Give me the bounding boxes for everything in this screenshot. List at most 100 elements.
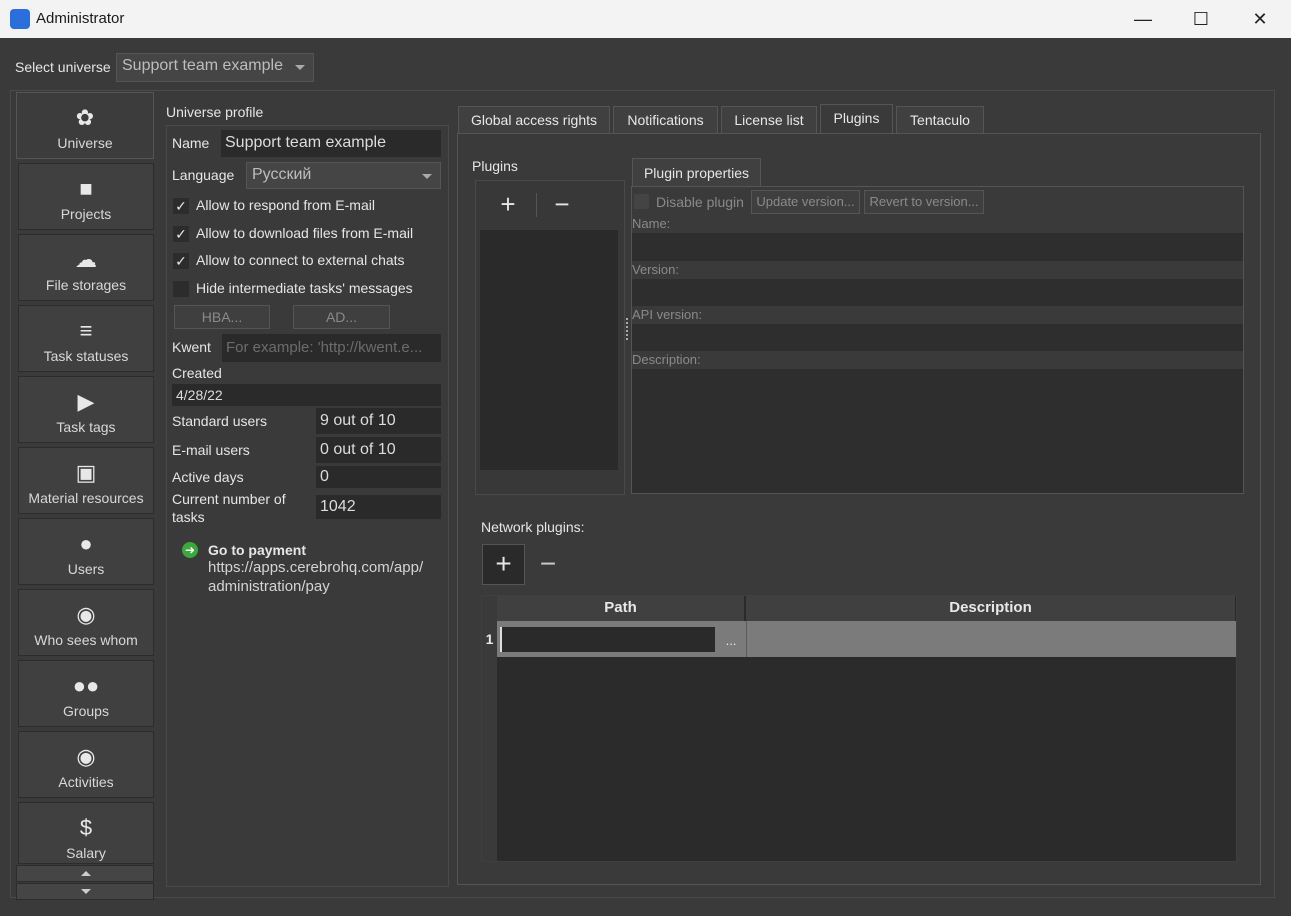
hide-intermediate-label: Hide intermediate tasks' messages: [196, 280, 413, 296]
sidebar-item-who-sees-whom[interactable]: ◉ Who sees whom: [18, 589, 154, 656]
ad-button[interactable]: AD...: [293, 305, 390, 329]
language-select-value: Русский: [252, 166, 312, 183]
sidebar-item-universe[interactable]: ✿ Universe: [16, 92, 154, 159]
hba-button[interactable]: HBA...: [174, 305, 270, 329]
plugin-version-label: Version:: [632, 262, 679, 277]
plugin-api-version-label: API version:: [632, 307, 703, 322]
disable-plugin-checkbox[interactable]: [634, 194, 649, 209]
allow-external-chats-label: Allow to connect to external chats: [196, 252, 405, 268]
created-label: Created: [172, 365, 222, 381]
app-logo-icon: [10, 9, 30, 29]
sidebar-item-task-tags[interactable]: ▶ Task tags: [18, 376, 154, 443]
tab-global-access-rights[interactable]: Global access rights: [458, 106, 610, 133]
user-icon: ●: [79, 531, 93, 556]
cell-divider: [746, 621, 747, 657]
splitter-handle[interactable]: [626, 318, 630, 340]
sidebar-item-material-resources[interactable]: ▣ Material resources: [18, 447, 154, 514]
plugin-name-field: [632, 233, 1243, 261]
chevron-down-icon: [422, 174, 432, 179]
browse-path-button[interactable]: ...: [719, 627, 743, 652]
toolbar-divider: [536, 193, 537, 217]
palette-icon: ◉: [76, 744, 96, 769]
sidebar-item-label: Task tags: [56, 419, 116, 435]
inbox-icon: ▣: [75, 460, 97, 485]
plugins-heading: Plugins: [472, 158, 518, 174]
add-plugin-button[interactable]: +: [487, 189, 529, 219]
column-header-description[interactable]: Description: [745, 596, 1236, 621]
path-input[interactable]: [500, 627, 715, 652]
sidebar-item-label: Salary: [66, 845, 106, 861]
revert-version-button[interactable]: Revert to version...: [864, 190, 984, 214]
select-universe-label: Select universe: [15, 59, 111, 75]
column-header-path[interactable]: Path: [497, 596, 745, 621]
payment-url-line1[interactable]: https://apps.cerebrohq.com/app/: [208, 559, 423, 576]
tab-plugin-properties[interactable]: Plugin properties: [632, 158, 761, 187]
allow-external-chats-checkbox[interactable]: ✓: [173, 253, 189, 269]
chevron-down-icon: [295, 65, 305, 70]
cloud-icon: ☁: [75, 247, 97, 272]
tag-icon: ▶: [77, 389, 95, 414]
dollar-icon: $: [79, 815, 93, 840]
payment-url-line2[interactable]: administration/pay: [208, 578, 330, 595]
plugin-api-version-field: [632, 324, 1243, 351]
standard-users-label: Standard users: [172, 413, 267, 429]
minimize-button[interactable]: —: [1114, 0, 1172, 38]
plugin-name-label: Name:: [632, 216, 671, 231]
sidebar-item-label: Who sees whom: [34, 632, 138, 648]
allow-download-files-checkbox[interactable]: ✓: [173, 226, 189, 242]
sidebar-item-projects[interactable]: ■ Projects: [18, 163, 154, 230]
chevron-up-icon: [81, 871, 91, 876]
sidebar-item-file-storages[interactable]: ☁ File storages: [18, 234, 154, 301]
update-version-button[interactable]: Update version...: [751, 190, 860, 214]
language-label: Language: [172, 167, 235, 183]
sidebar-item-label: Material resources: [28, 490, 144, 506]
tasks-count-value: 1042: [316, 495, 441, 519]
tab-tentaculo[interactable]: Tentaculo: [896, 106, 984, 133]
sidebar-item-label: Universe: [57, 135, 113, 151]
tasks-label-line1: Current number of: [172, 491, 286, 507]
arrow-right-icon: ➜: [182, 542, 198, 558]
go-to-payment-title: Go to payment: [208, 542, 307, 558]
name-label: Name: [172, 135, 210, 151]
allow-respond-email-label: Allow to respond from E-mail: [196, 197, 375, 213]
window-title: Administrator: [36, 10, 125, 27]
sidebar-item-users[interactable]: ● Users: [18, 518, 154, 585]
close-button[interactable]: ✕: [1231, 0, 1289, 38]
task-status-icon: ≡: [79, 318, 93, 343]
disable-plugin-label: Disable plugin: [656, 194, 744, 210]
sidebar-item-salary[interactable]: $ Salary: [18, 802, 154, 864]
tab-license-list[interactable]: License list: [721, 106, 817, 133]
email-users-label: E-mail users: [172, 442, 250, 458]
created-value: 4/28/22: [172, 384, 441, 406]
language-select[interactable]: Русский: [246, 162, 441, 189]
plugin-description-field: [632, 369, 1243, 493]
sidebar-item-label: File storages: [45, 277, 127, 293]
sidebar-scroll-down-button[interactable]: [16, 883, 154, 900]
standard-users-value: 9 out of 10: [316, 408, 441, 434]
allow-respond-email-checkbox[interactable]: ✓: [173, 198, 189, 214]
kwent-input[interactable]: For example: 'http://kwent.e...: [222, 334, 441, 362]
tasks-label-line2: tasks: [172, 509, 205, 525]
remove-network-plugin-button[interactable]: −: [530, 546, 566, 584]
active-days-value: 0: [316, 466, 441, 488]
group-icon: ●●: [72, 673, 100, 698]
network-plugins-heading: Network plugins:: [481, 519, 585, 535]
chevron-down-icon: [81, 889, 91, 894]
sidebar-item-groups[interactable]: ●● Groups: [18, 660, 154, 727]
universe-select[interactable]: Support team example: [116, 53, 314, 82]
universe-name-input[interactable]: Support team example: [221, 130, 441, 157]
sidebar-item-label: Users: [67, 561, 105, 577]
remove-plugin-button[interactable]: −: [541, 189, 583, 219]
plugins-list[interactable]: [480, 230, 618, 470]
sidebar-item-label: Groups: [63, 703, 109, 719]
tab-plugins[interactable]: Plugins: [820, 104, 893, 134]
sidebar-item-task-statuses[interactable]: ≡ Task statuses: [18, 305, 154, 372]
row-number: 1: [485, 631, 494, 647]
maximize-button[interactable]: ☐: [1172, 0, 1230, 38]
tab-notifications[interactable]: Notifications: [613, 106, 718, 133]
hide-intermediate-checkbox[interactable]: [173, 281, 189, 297]
add-network-plugin-button[interactable]: +: [482, 544, 525, 585]
sidebar-scroll-up-button[interactable]: [16, 865, 154, 882]
sidebar-item-activities[interactable]: ◉ Activities: [18, 731, 154, 798]
universe-icon: ✿: [75, 105, 95, 130]
